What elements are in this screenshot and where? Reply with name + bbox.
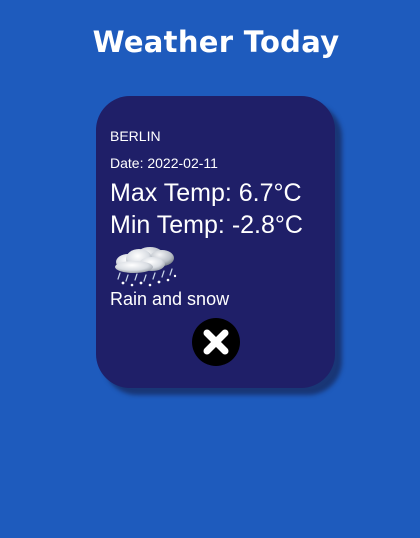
min-temp: Min Temp: -2.8°C — [110, 210, 303, 240]
date-value: 2022-02-11 — [147, 155, 218, 171]
min-temp-label: Min Temp: — [110, 211, 232, 239]
max-temp-label: Max Temp: — [110, 179, 239, 207]
max-temp-value: 6.7°C — [238, 179, 302, 207]
page-title: Weather Today — [92, 25, 340, 59]
date-label: Date: — [110, 155, 148, 171]
city-name: BERLIN — [110, 128, 161, 144]
min-temp-value: -2.8°C — [231, 211, 303, 239]
max-temp: Max Temp: 6.7°C — [110, 178, 302, 208]
date-line: Date: 2022-02-11 — [110, 154, 218, 172]
close-button[interactable] — [192, 318, 240, 366]
weather-card: BERLIN Date: 2022-02-11 Max Temp: 6.7°C … — [96, 96, 335, 388]
weather-description: Rain and snow — [110, 289, 230, 309]
page: Weather Today BERLIN Date: 2022-02-11 Ma… — [0, 0, 420, 538]
rain-snow-cloud-icon — [110, 242, 180, 288]
